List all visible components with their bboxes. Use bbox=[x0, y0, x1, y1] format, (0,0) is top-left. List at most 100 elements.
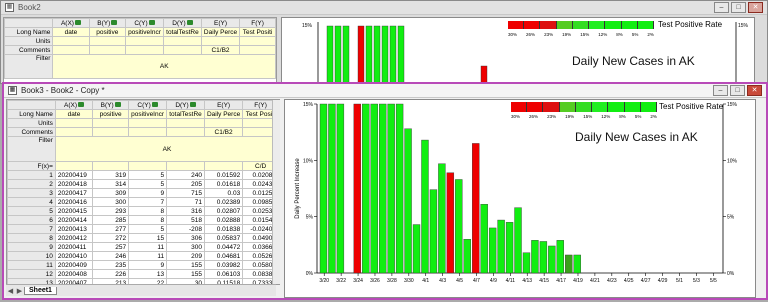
col-header[interactable]: A(X) bbox=[52, 18, 90, 28]
cell[interactable]: 0.02807 bbox=[203, 206, 244, 216]
cell[interactable]: 293 bbox=[92, 206, 130, 216]
filter-cell[interactable]: AK bbox=[54, 136, 279, 162]
sheet-scrollbar[interactable] bbox=[272, 100, 280, 284]
cell[interactable]: 0.03982 bbox=[203, 260, 244, 270]
cell[interactable]: date bbox=[54, 109, 94, 119]
cell[interactable]: Test Positi bbox=[239, 27, 276, 37]
cell[interactable]: 257 bbox=[92, 242, 130, 252]
col-header[interactable]: D(Y) bbox=[166, 100, 205, 110]
cell[interactable]: C1/B2 bbox=[200, 45, 241, 55]
table-row[interactable]: 11 20200409 235 9 155 0.03982 0.05806 bbox=[7, 260, 279, 270]
cell[interactable]: 8 bbox=[128, 206, 168, 216]
col-header[interactable]: C(Y) bbox=[125, 18, 164, 28]
cell[interactable]: 0.01618 bbox=[203, 179, 244, 189]
maximize-button[interactable]: □ bbox=[730, 85, 745, 96]
cell[interactable]: 518 bbox=[166, 215, 205, 225]
cell[interactable]: 314 bbox=[92, 179, 130, 189]
cell[interactable]: 20200409 bbox=[54, 260, 94, 270]
cell[interactable]: 209 bbox=[166, 251, 205, 261]
cell[interactable]: 13 bbox=[128, 269, 168, 279]
cell[interactable]: 0.02888 bbox=[203, 215, 244, 225]
table-row[interactable]: 1 20200419 319 5 240 0.01592 0.02083 bbox=[7, 170, 279, 180]
cell[interactable]: 226 bbox=[92, 269, 130, 279]
cell[interactable]: 205 bbox=[166, 179, 205, 189]
cell[interactable]: 272 bbox=[92, 233, 130, 243]
cell[interactable]: 20200414 bbox=[54, 215, 94, 225]
cell[interactable]: 319 bbox=[92, 170, 130, 180]
cell[interactable]: 20200411 bbox=[54, 242, 94, 252]
cell[interactable]: 277 bbox=[92, 224, 130, 234]
cell[interactable]: Daily Perce bbox=[200, 27, 241, 37]
cell[interactable]: -208 bbox=[166, 224, 205, 234]
close-button[interactable]: ✕ bbox=[748, 2, 763, 13]
cell[interactable]: 20200408 bbox=[54, 269, 94, 279]
cell[interactable]: 5 bbox=[128, 170, 168, 180]
cell[interactable]: 316 bbox=[166, 206, 205, 216]
close-button[interactable]: ✕ bbox=[747, 85, 762, 96]
cell[interactable]: 0.04681 bbox=[203, 251, 244, 261]
sheet-tab[interactable]: Sheet1 bbox=[24, 286, 57, 295]
cell[interactable]: 0.01592 bbox=[203, 170, 244, 180]
col-header[interactable]: E(Y) bbox=[203, 100, 244, 110]
cell[interactable]: 20200416 bbox=[54, 197, 94, 207]
book3-chart[interactable]: 0% 0% 5% 5% 10% 10% 15% 15% Daily Percent Increa… bbox=[284, 99, 756, 298]
cell[interactable]: positiveIncr bbox=[128, 109, 168, 119]
cell[interactable]: 0.03 bbox=[203, 188, 244, 198]
cell[interactable]: 5 bbox=[128, 224, 168, 234]
cell[interactable]: 285 bbox=[92, 215, 130, 225]
cell[interactable]: 240 bbox=[166, 170, 205, 180]
table-row[interactable]: 5 20200415 293 8 316 0.02807 0.02532 bbox=[7, 206, 279, 216]
book3-sheet[interactable]: A(X) B(Y) C(Y) D(Y) E(Y) F(Y) Long Name … bbox=[6, 99, 280, 285]
cell[interactable]: 8 bbox=[128, 215, 168, 225]
cell[interactable]: 20200419 bbox=[54, 170, 94, 180]
col-header[interactable]: F(Y) bbox=[239, 18, 276, 28]
minimize-button[interactable]: – bbox=[714, 2, 729, 13]
cell[interactable]: 7 bbox=[128, 197, 168, 207]
maximize-button[interactable]: □ bbox=[731, 2, 746, 13]
cell[interactable]: 246 bbox=[92, 251, 130, 261]
book2-titlebar[interactable]: ▦ Book2 bbox=[1, 1, 767, 15]
cell[interactable]: C1/B2 bbox=[203, 127, 244, 137]
table-row[interactable]: 4 20200416 300 7 71 0.02389 0.09859 bbox=[7, 197, 279, 207]
cell[interactable]: 715 bbox=[166, 188, 205, 198]
cell[interactable]: 0.05837 bbox=[203, 233, 244, 243]
cell[interactable]: 71 bbox=[166, 197, 205, 207]
cell[interactable]: 20200410 bbox=[54, 251, 94, 261]
cell[interactable]: 9 bbox=[128, 260, 168, 270]
col-header[interactable]: C(Y) bbox=[128, 100, 168, 110]
col-header[interactable]: E(Y) bbox=[200, 18, 241, 28]
col-header[interactable]: A(X) bbox=[54, 100, 94, 110]
cell[interactable]: positiveIncr bbox=[125, 27, 164, 37]
first-sheet-icon[interactable]: ◀ bbox=[6, 287, 15, 295]
cell[interactable]: 9 bbox=[128, 188, 168, 198]
cell[interactable]: 0.02389 bbox=[203, 197, 244, 207]
table-row[interactable]: 7 20200413 277 5 -208 0.01838 -0.02404 bbox=[7, 224, 279, 234]
cell[interactable]: 20200412 bbox=[54, 233, 94, 243]
cell[interactable]: 0.06103 bbox=[203, 269, 244, 279]
table-row[interactable]: 3 20200417 309 9 715 0.03 0.01259 bbox=[7, 188, 279, 198]
next-sheet-icon[interactable]: ▶ bbox=[15, 287, 24, 295]
cell[interactable]: 20200413 bbox=[54, 224, 94, 234]
table-row[interactable]: 2 20200418 314 5 205 0.01618 0.02439 bbox=[7, 179, 279, 189]
cell[interactable]: 20200415 bbox=[54, 206, 94, 216]
col-header[interactable]: D(Y) bbox=[162, 18, 202, 28]
col-header[interactable]: B(Y) bbox=[88, 18, 127, 28]
cell[interactable]: 235 bbox=[92, 260, 130, 270]
cell[interactable]: 300 bbox=[166, 242, 205, 252]
table-row[interactable]: 6 20200414 285 8 518 0.02888 0.01544 bbox=[7, 215, 279, 225]
cell[interactable]: Daily Perce bbox=[203, 109, 244, 119]
cell[interactable]: positive bbox=[92, 109, 130, 119]
cell[interactable]: 0.04472 bbox=[203, 242, 244, 252]
table-row[interactable]: 12 20200408 226 13 155 0.06103 0.08387 bbox=[7, 269, 279, 279]
book2-sheet[interactable]: A(X) B(Y) C(Y) D(Y) E(Y) F(Y) Long Name … bbox=[3, 17, 277, 83]
book3-titlebar[interactable]: ▦ Book3 - Book2 - Copy * bbox=[4, 84, 766, 98]
book2-chart[interactable]: 15% 15% Daily New Cases in AK Test Posit… bbox=[281, 17, 755, 83]
cell[interactable]: 0.01838 bbox=[203, 224, 244, 234]
col-header[interactable]: B(Y) bbox=[92, 100, 130, 110]
minimize-button[interactable]: – bbox=[713, 85, 728, 96]
cell[interactable]: totalTestRe bbox=[162, 27, 202, 37]
cell[interactable]: 11 bbox=[128, 251, 168, 261]
table-row[interactable]: 8 20200412 272 15 306 0.05837 0.04902 bbox=[7, 233, 279, 243]
cell[interactable]: 11 bbox=[128, 242, 168, 252]
cell[interactable]: 306 bbox=[166, 233, 205, 243]
